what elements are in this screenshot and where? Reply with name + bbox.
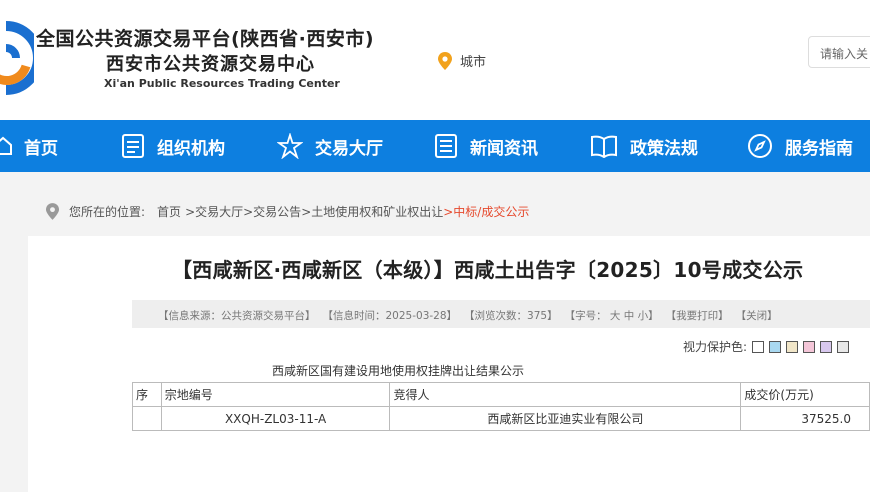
book-icon	[591, 135, 617, 158]
header-price: 成交价(万元)	[740, 382, 870, 407]
table-caption: 西咸新区国有建设用地使用权挂牌出让结果公示	[272, 364, 525, 378]
info-source: 【信息来源：公共资源交易平台】	[158, 310, 316, 322]
city-selector[interactable]: 城市	[438, 51, 486, 70]
nav-item-news[interactable]: 新闻资讯	[434, 120, 538, 172]
color-swatch-gray[interactable]	[837, 340, 850, 353]
location-pin-icon	[46, 203, 59, 220]
color-swatch-blue[interactable]	[769, 340, 782, 353]
print-link[interactable]: 【我要打印】	[666, 308, 729, 328]
cell-winner: 西咸新区比亚迪实业有限公司	[389, 406, 742, 431]
breadcrumb-home[interactable]: 首页	[157, 203, 181, 220]
location-pin-icon	[438, 51, 452, 70]
breadcrumb-announcements[interactable]: >交易公告	[243, 203, 301, 220]
compass-icon	[748, 134, 772, 158]
nav-label: 交易大厅	[315, 138, 383, 159]
header-parcel-code: 宗地编号	[160, 382, 391, 407]
info-font-size[interactable]: 【字号： 大 中 小】	[565, 308, 659, 328]
nav-item-organization[interactable]: 组织机构	[121, 120, 225, 172]
cell-seq	[132, 406, 162, 431]
breadcrumb-land-rights[interactable]: >土地使用权和矿业权出让	[301, 203, 443, 220]
breadcrumb-label: 您所在的位置:	[69, 205, 146, 219]
nav-label: 服务指南	[785, 138, 853, 159]
nav-item-trading-hall[interactable]: 交易大厅	[277, 120, 383, 172]
search-input[interactable]: 请输入关	[808, 36, 870, 68]
nav-label: 组织机构	[157, 138, 225, 159]
header-seq: 序	[132, 382, 162, 407]
color-swatch-purple[interactable]	[820, 340, 833, 353]
site-subtitle: 西安市公共资源交易中心	[106, 54, 315, 75]
nav-label: 首页	[24, 138, 58, 159]
result-table: 序 宗地编号 竞得人 成交价(万元) XXQH-ZL03-11-A 西咸新区比亚…	[132, 382, 870, 431]
city-label: 城市	[460, 55, 487, 70]
document-icon	[122, 134, 144, 158]
star-icon	[277, 133, 303, 159]
main-nav: 首页 组织机构 交易大厅 新闻资讯 政策法规 服务指南	[0, 120, 870, 172]
info-views: 【浏览次数：375】	[464, 310, 558, 322]
table-row: XXQH-ZL03-11-A 西咸新区比亚迪实业有限公司 37525.0	[132, 406, 870, 431]
info-time: 【信息时间：2025-03-28】	[322, 310, 458, 322]
article-title: 【西咸新区·西咸新区（本级）】西咸土出告字〔2025〕10号成交公示	[172, 258, 804, 282]
cell-price: 37525.0	[740, 406, 870, 431]
table-header-row: 序 宗地编号 竞得人 成交价(万元)	[132, 382, 870, 407]
color-swatch-white[interactable]	[752, 340, 765, 353]
eye-protect-label: 视力保护色:	[683, 340, 748, 354]
breadcrumb-trading-hall[interactable]: >交易大厅	[185, 203, 243, 220]
header-winner: 竞得人	[389, 382, 742, 407]
close-link[interactable]: 【关闭】	[736, 308, 778, 328]
news-icon	[435, 134, 457, 158]
article-info-bar: 【信息来源：公共资源交易平台】 【信息时间：2025-03-28】 【浏览次数：…	[132, 300, 870, 328]
cell-parcel-code: XXQH-ZL03-11-A	[160, 406, 391, 431]
color-swatch-beige[interactable]	[786, 340, 799, 353]
breadcrumb: 您所在的位置: 首页 >交易大厅 >交易公告 >土地使用权和矿业权出让 >中标/…	[46, 203, 529, 220]
nav-label: 新闻资讯	[470, 138, 538, 159]
breadcrumb-current[interactable]: >中标/成交公示	[443, 203, 529, 220]
nav-item-policy[interactable]: 政策法规	[590, 120, 698, 172]
site-subtitle-en: Xi'an Public Resources Trading Center	[104, 77, 340, 90]
nav-item-home[interactable]: 首页	[0, 120, 58, 172]
nav-label: 政策法规	[630, 138, 698, 159]
eye-protect-selector: 视力保护色:	[683, 338, 850, 355]
nav-item-service-guide[interactable]: 服务指南	[747, 120, 853, 172]
site-logo[interactable]	[0, 18, 34, 98]
site-title: 全国公共资源交易平台(陕西省·西安市)	[36, 28, 375, 50]
site-header: 全国公共资源交易平台(陕西省·西安市) 西安市公共资源交易中心 Xi'an Pu…	[0, 0, 870, 120]
home-icon	[0, 136, 12, 155]
color-swatch-pink[interactable]	[803, 340, 816, 353]
